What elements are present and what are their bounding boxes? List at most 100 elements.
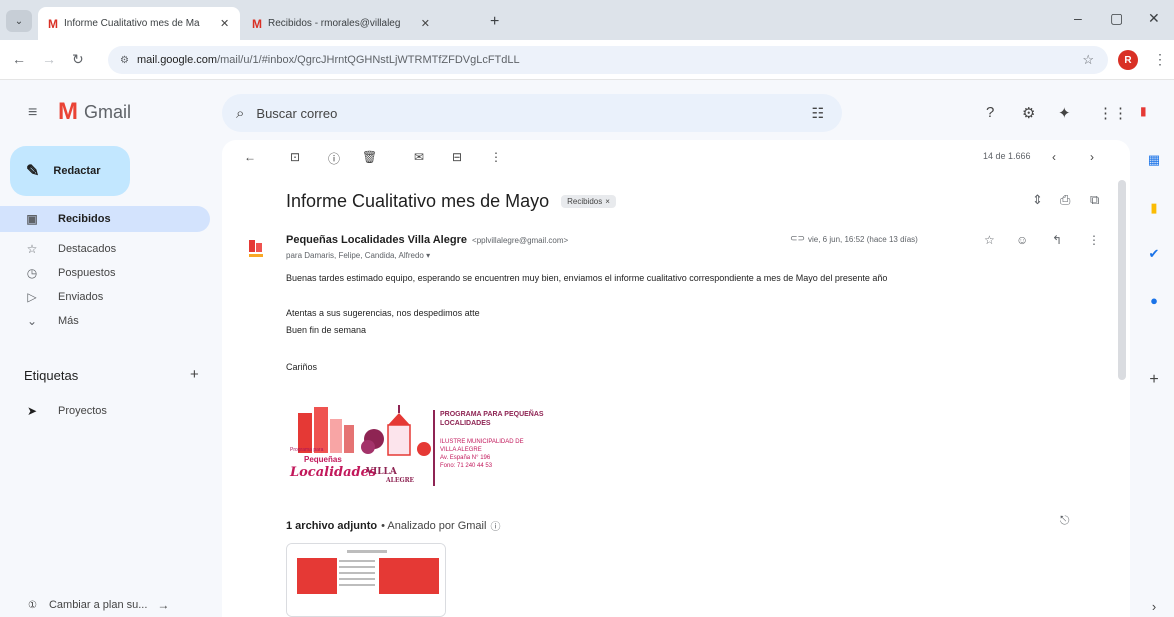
tasks-icon[interactable]: ✔ [1144, 244, 1164, 264]
tab-search-button[interactable]: ⌄ [6, 10, 32, 32]
search-bar[interactable]: ⌕ Buscar correo ☷ [222, 94, 842, 132]
profile-avatar[interactable]: R [1118, 50, 1138, 70]
move-to-icon[interactable]: ⊟ [452, 150, 462, 164]
expand-all-icon[interactable]: ⇕ [1032, 192, 1043, 208]
keep-icon[interactable]: ▮ [1144, 198, 1164, 218]
open-new-window-icon[interactable]: ⧉ [1090, 192, 1099, 208]
sidebar-item-snoozed[interactable]: ◷ Pospuestos [0, 260, 210, 286]
back-to-inbox-icon[interactable]: ← [244, 150, 256, 164]
attachments-scanned: • Analizado por Gmail [381, 519, 487, 532]
back-icon[interactable]: ← [12, 51, 26, 67]
browser-tab-bar: ⌄ M Informe Cualitativo mes de Ma ✕ M Re… [0, 0, 1174, 40]
search-options-icon[interactable]: ☷ [811, 105, 824, 122]
bookmark-star-icon[interactable]: ☆ [1082, 52, 1094, 68]
archive-icon[interactable]: ⊡ [290, 150, 300, 164]
sender-name[interactable]: Pequeñas Localidades Villa Alegre [286, 234, 467, 246]
help-icon[interactable]: ? [986, 104, 994, 121]
older-icon[interactable]: › [1090, 150, 1094, 164]
contacts-icon[interactable]: ● [1144, 290, 1164, 310]
sig-muni-line1: ILUSTRE MUNICIPALIDAD DE [440, 439, 524, 445]
message-more-icon[interactable]: ⋮ [1088, 233, 1100, 247]
info-icon[interactable]: ⓘ [490, 518, 500, 533]
gemini-icon[interactable]: ✦ [1058, 104, 1071, 122]
close-window-button[interactable]: ✕ [1148, 10, 1160, 27]
star-message-icon[interactable]: ☆ [984, 233, 995, 247]
browser-menu-icon[interactable]: ⋮ [1153, 51, 1167, 68]
logo-text-pequenas: Pequeñas [304, 455, 342, 464]
forward-icon[interactable]: → [42, 51, 56, 67]
sidebar-item-more[interactable]: ⌄ Más [0, 308, 210, 334]
account-avatar[interactable]: ▮ [1140, 104, 1147, 118]
upgrade-plan-link[interactable]: ① Cambiar a plan su... → [28, 598, 169, 612]
calendar-icon[interactable]: ▦ [1144, 150, 1164, 170]
report-spam-icon[interactable]: ⓘ [328, 150, 340, 167]
expand-side-panel-icon[interactable]: › [1144, 596, 1164, 616]
browser-tab-1[interactable]: M Informe Cualitativo mes de Ma ✕ [38, 7, 240, 40]
recipients-dropdown-icon[interactable]: ▾ [426, 251, 430, 260]
clock-icon: ◷ [26, 266, 38, 280]
signature-divider [433, 410, 435, 486]
newer-icon[interactable]: ‹ [1052, 150, 1056, 164]
logo-text-small: Programa para [290, 447, 324, 453]
message-count: 14 de 1.666 [983, 151, 1031, 161]
recipients-line[interactable]: para Damaris, Felipe, Candida, Alfredo ▾ [286, 251, 430, 260]
reply-icon[interactable]: ↰ [1052, 233, 1062, 247]
attachment-thumbnail[interactable] [286, 543, 446, 617]
body-paragraph: Cariños [286, 362, 318, 372]
url-field[interactable]: ⚙ mail.google.com /mail/u/1/#inbox/QgrcJ… [108, 46, 1108, 74]
arrow-right-icon: → [157, 598, 170, 612]
gmail-logo[interactable]: M Gmail [58, 98, 131, 126]
logo-text-villa: VILLA [366, 467, 397, 477]
upgrade-label: Cambiar a plan su... [48, 599, 148, 611]
print-icon[interactable]: ⎙ [1060, 192, 1070, 208]
emoji-reaction-icon[interactable]: ☺ [1016, 233, 1028, 247]
sidebar-label-proyectos[interactable]: ➤ Proyectos [0, 398, 210, 424]
minimize-button[interactable]: – [1074, 10, 1082, 26]
scrollbar[interactable] [1118, 180, 1126, 380]
subject-line: Informe Cualitativo mes de Mayo Recibido… [286, 191, 616, 212]
gmail-m-icon: M [58, 98, 78, 125]
sig-muni-line2: VILLA ALEGRE [440, 447, 482, 453]
new-tab-button[interactable]: + [490, 13, 499, 31]
sidebar-item-starred[interactable]: ☆ Destacados [0, 236, 210, 262]
delete-icon[interactable]: 🗑 [362, 150, 377, 164]
search-icon[interactable]: ⌕ [236, 105, 244, 122]
close-tab-icon[interactable]: ✕ [220, 17, 229, 30]
tab-title: Recibidos - rmorales@villaleg [268, 18, 401, 29]
get-addons-icon[interactable]: + [1144, 370, 1164, 390]
sig-address: Av. España N° 196 [440, 455, 491, 461]
sidebar-item-inbox[interactable]: ▣ Recibidos [0, 206, 210, 232]
sender-line: Pequeñas Localidades Villa Alegre <pplvi… [286, 234, 568, 246]
sender-email: <pplvillalegre@gmail.com> [472, 236, 569, 245]
mark-unread-icon[interactable]: ✉ [414, 150, 424, 164]
apps-grid-icon[interactable]: ⋮⋮ [1098, 104, 1128, 122]
create-label-button[interactable]: + [190, 366, 199, 383]
main-menu-icon[interactable]: ≡ [28, 104, 37, 122]
sidebar-item-label: Proyectos [58, 405, 107, 417]
search-input[interactable]: Buscar correo [256, 106, 337, 121]
restore-button[interactable]: ▢ [1110, 10, 1123, 27]
settings-icon[interactable]: ⚙ [1022, 104, 1035, 122]
sidebar-item-label: Más [58, 315, 79, 327]
label-chip[interactable]: Recibidos × [561, 195, 616, 208]
compose-label: Redactar [53, 165, 101, 177]
sidebar-item-sent[interactable]: ▷ Enviados [0, 284, 210, 310]
more-actions-icon[interactable]: ⋮ [490, 150, 502, 164]
add-to-drive-icon[interactable]: ⎋ [1060, 513, 1070, 528]
gmail-favicon-icon: M [48, 16, 58, 31]
site-info-icon[interactable]: ⚙ [120, 55, 129, 66]
attachments-count: 1 archivo adjunto [286, 519, 378, 532]
compose-button[interactable]: ✎ Redactar [10, 146, 130, 196]
app-name: Gmail [84, 101, 132, 122]
sidebar-item-label: Pospuestos [58, 267, 116, 279]
label-chip-text: Recibidos [567, 197, 603, 206]
browser-tab-2[interactable]: M Recibidos - rmorales@villaleg ✕ [242, 7, 440, 40]
remove-label-icon[interactable]: × [605, 197, 610, 206]
send-icon: ▷ [27, 290, 37, 304]
gmail-header: ≡ M Gmail ⌕ Buscar correo ☷ ? ⚙ ✦ ⋮⋮ ▮ [0, 80, 1174, 140]
close-tab-icon[interactable]: ✕ [421, 17, 430, 30]
star-icon: ☆ [26, 242, 38, 256]
recipients-text: para Damaris, Felipe, Candida, Alfredo [286, 251, 424, 260]
body-paragraph: Buenas tardes estimado equipo, esperando… [286, 273, 888, 283]
reload-icon[interactable]: ↻ [72, 51, 84, 68]
